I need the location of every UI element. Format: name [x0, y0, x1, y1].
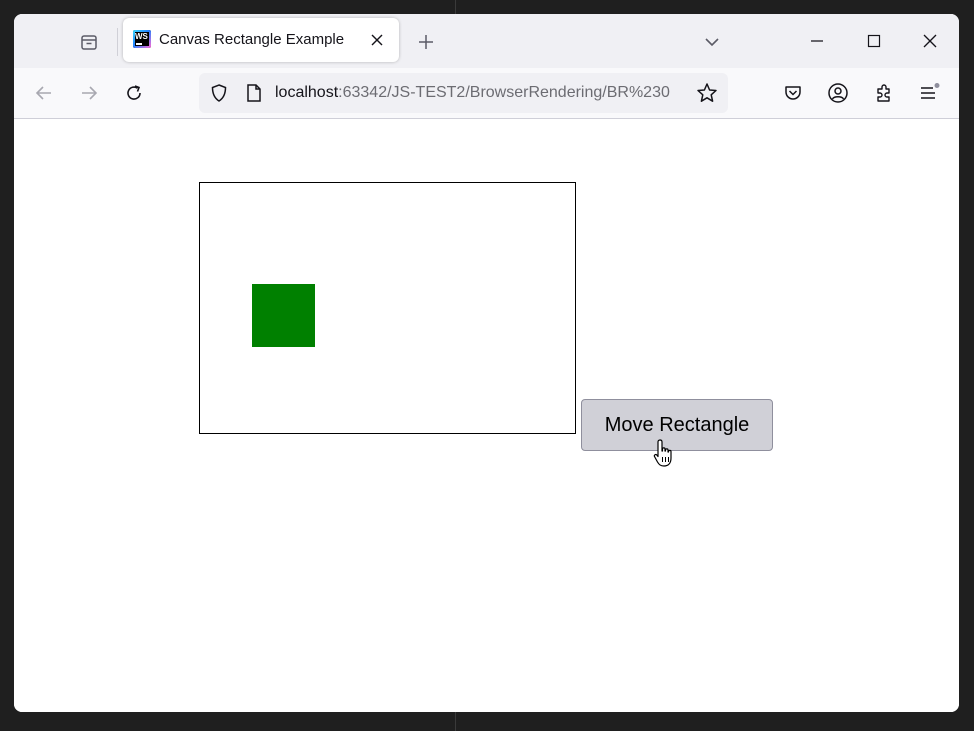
tab-bar: WS Canvas Rectangle Example: [14, 14, 959, 68]
tab-canvas-rectangle[interactable]: WS Canvas Rectangle Example: [123, 18, 399, 62]
forward-arrow-icon[interactable]: [73, 77, 105, 109]
page-icon[interactable]: [244, 83, 264, 103]
browser-window: WS Canvas Rectangle Example localhost:63…: [14, 14, 959, 712]
puzzle-icon[interactable]: [868, 77, 900, 109]
webstorm-icon: WS: [133, 30, 151, 48]
minimize-icon[interactable]: [800, 26, 834, 56]
plus-icon[interactable]: [414, 30, 438, 54]
move-rectangle-button[interactable]: Move Rectangle: [581, 399, 773, 451]
hamburger-menu-icon[interactable]: [913, 77, 945, 109]
pocket-icon[interactable]: [777, 77, 809, 109]
maximize-icon[interactable]: [857, 26, 891, 56]
url-host: localhost: [275, 84, 339, 101]
drawing-canvas[interactable]: [199, 182, 576, 434]
url-path: :63342/JS-TEST2/BrowserRendering/BR%230: [338, 84, 670, 101]
shield-icon[interactable]: [209, 83, 229, 103]
url-bar[interactable]: localhost:63342/JS-TEST2/BrowserRenderin…: [199, 73, 728, 113]
favicon-text: WS: [135, 32, 148, 41]
tab-title: Canvas Rectangle Example: [159, 31, 345, 48]
account-icon[interactable]: [822, 77, 854, 109]
tab-separator: [117, 28, 118, 56]
chevron-down-icon[interactable]: [700, 30, 724, 54]
back-arrow-icon[interactable]: [28, 77, 60, 109]
close-window-icon[interactable]: [913, 26, 947, 56]
page-content: Move Rectangle: [14, 119, 959, 712]
star-icon[interactable]: [696, 82, 718, 104]
close-icon[interactable]: [367, 30, 387, 50]
green-rectangle: [252, 284, 315, 347]
navigation-toolbar: localhost:63342/JS-TEST2/BrowserRenderin…: [14, 68, 959, 119]
hand-pointer-cursor-icon: [653, 439, 672, 467]
url-text[interactable]: localhost:63342/JS-TEST2/BrowserRenderin…: [275, 84, 689, 102]
reload-icon[interactable]: [118, 77, 150, 109]
firefox-view-icon[interactable]: [72, 26, 106, 58]
